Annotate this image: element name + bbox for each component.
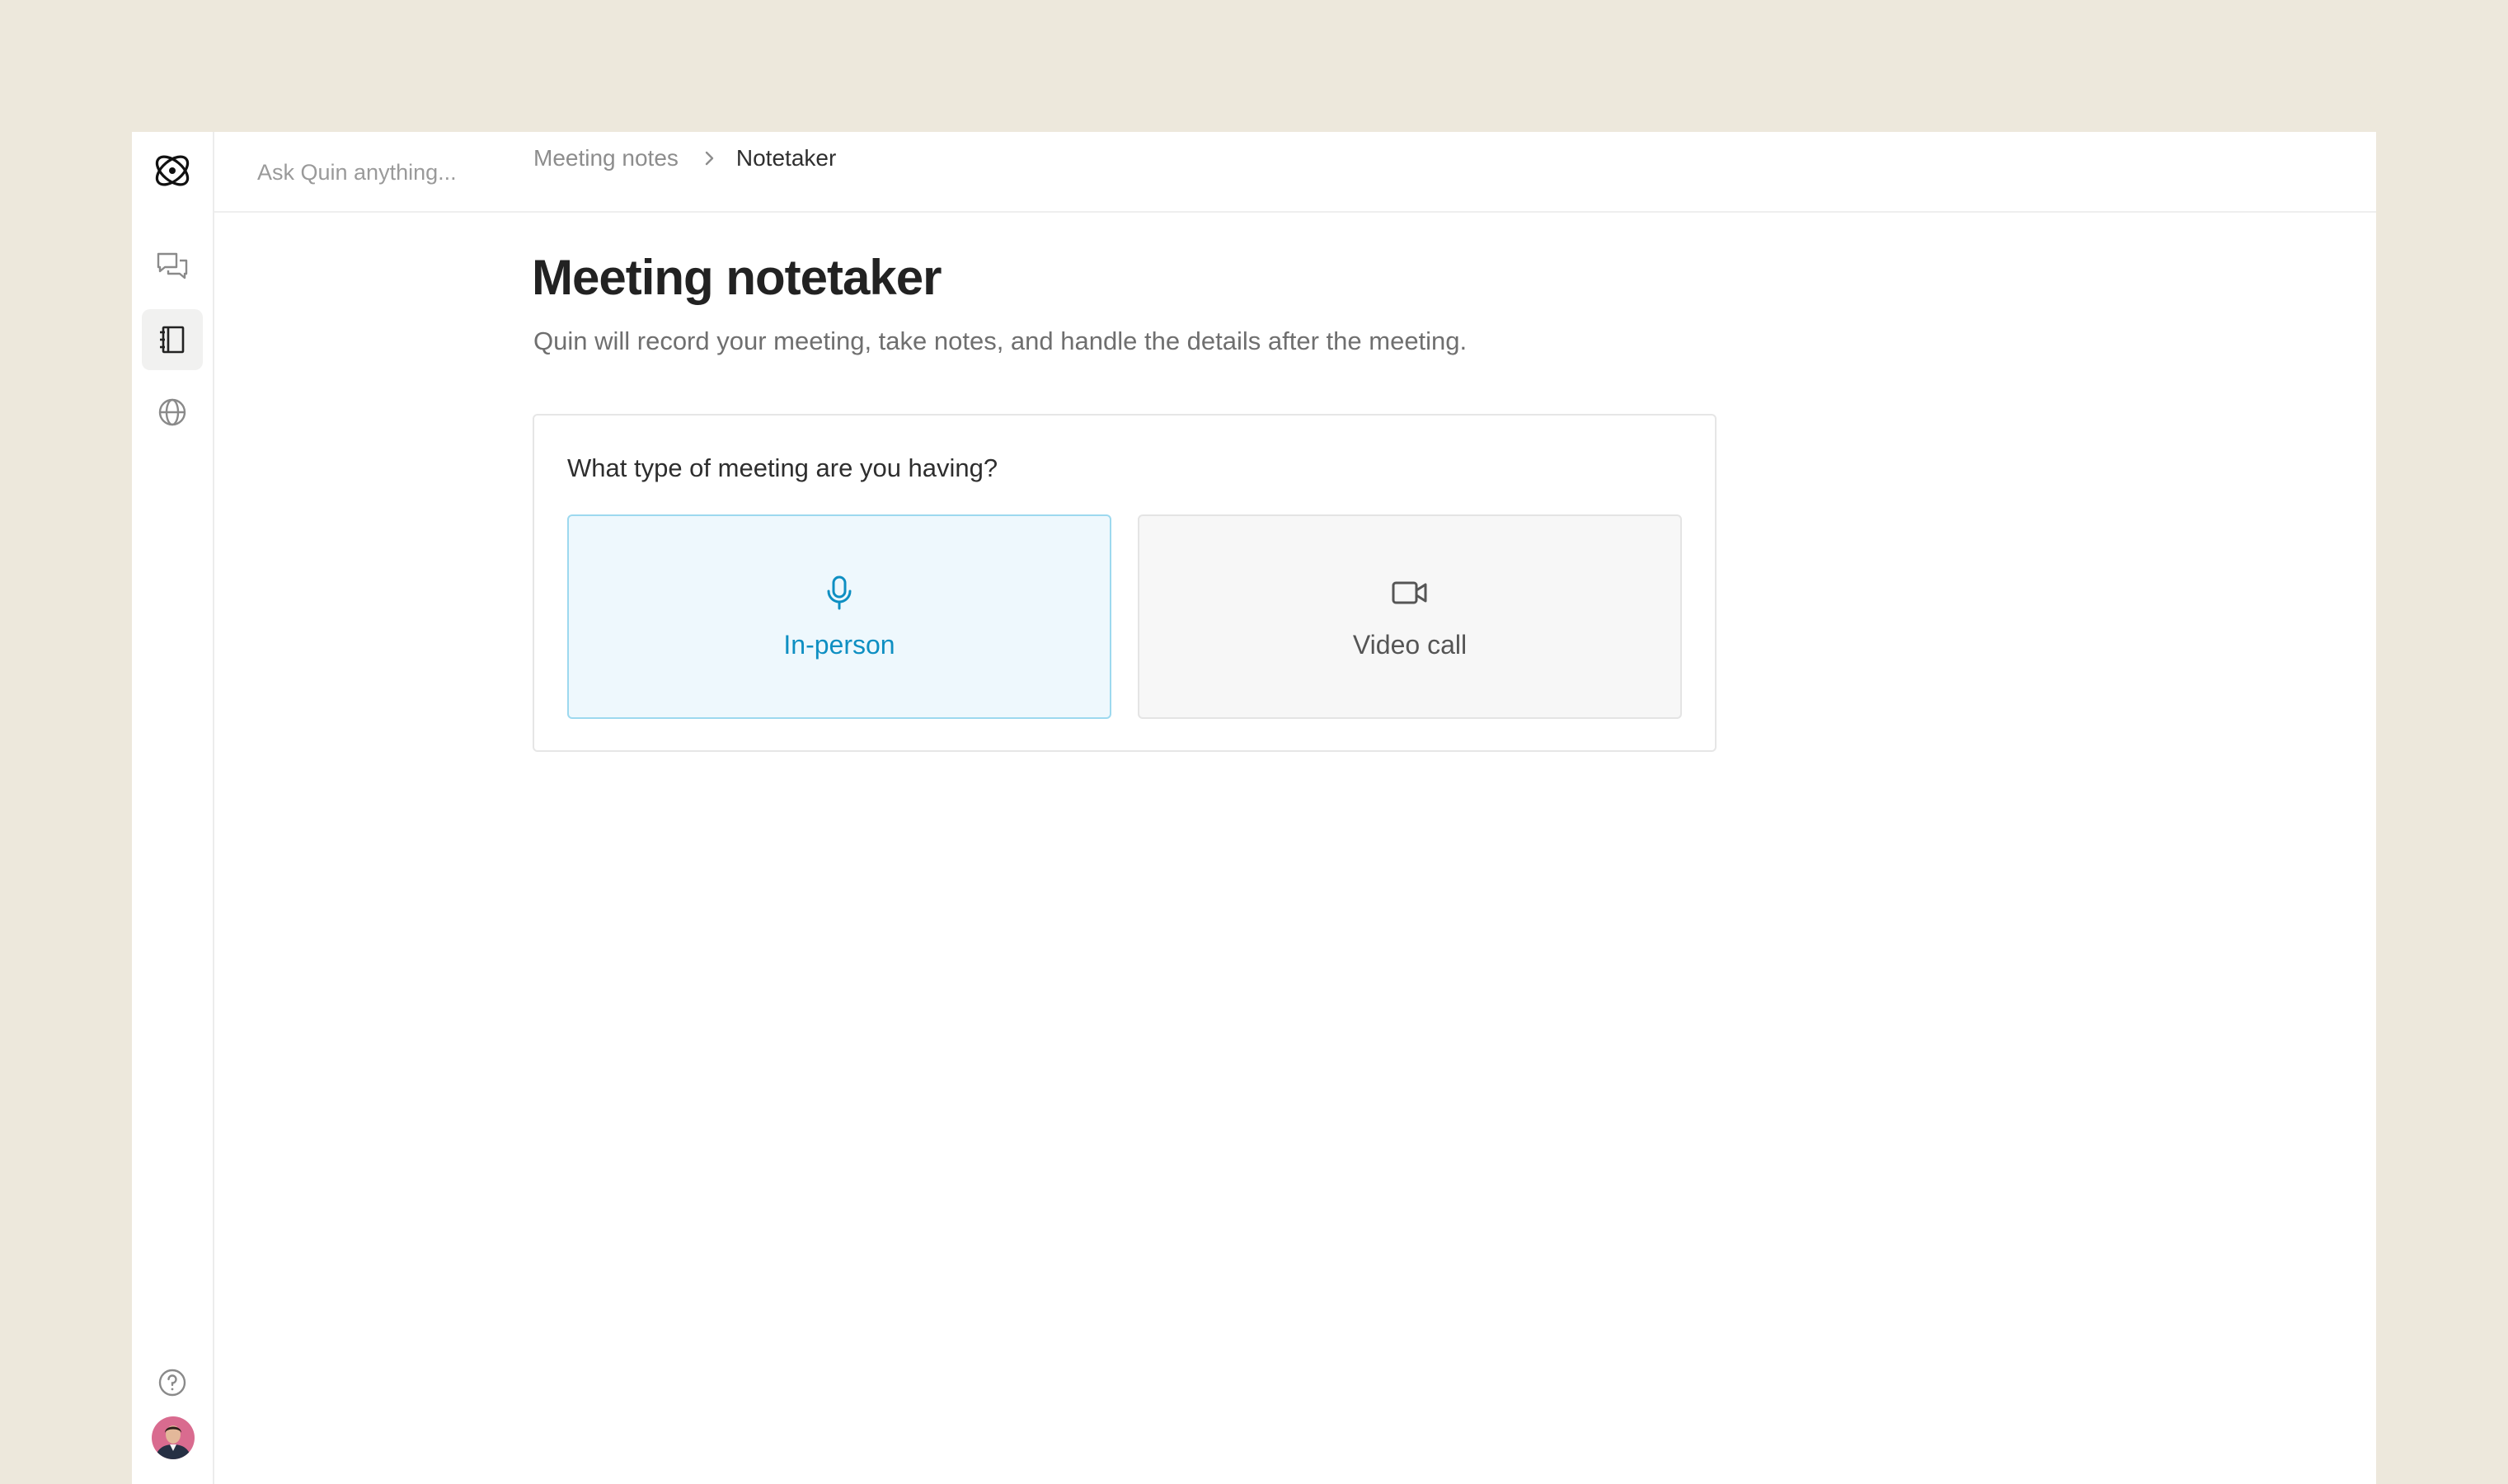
in-person-label: In-person — [783, 629, 895, 660]
user-avatar-icon — [152, 1416, 195, 1459]
video-call-label: Video call — [1352, 629, 1468, 660]
breadcrumb-meeting-notes[interactable]: Meeting notes — [533, 145, 679, 171]
chevron-right-icon — [703, 148, 716, 168]
help-button[interactable] — [142, 1352, 203, 1413]
video-call-option[interactable]: Video call — [1138, 514, 1682, 719]
sidebar-item-web[interactable] — [142, 382, 203, 443]
breadcrumb: Meeting notes Notetaker — [533, 142, 836, 175]
notebook-icon — [160, 326, 185, 354]
page-subtitle: Quin will record your meeting, take note… — [533, 326, 1468, 355]
breadcrumb-current: Notetaker — [735, 145, 837, 171]
sidebar-item-notes[interactable] — [142, 309, 203, 370]
meeting-type-question: What type of meeting are you having? — [567, 453, 998, 482]
sidebar-item-chats[interactable] — [142, 236, 203, 297]
avatar[interactable] — [152, 1416, 195, 1459]
sidebar — [132, 132, 214, 1484]
logo[interactable] — [142, 140, 203, 201]
in-person-option[interactable]: In-person — [567, 514, 1111, 719]
video-camera-icon — [1391, 574, 1429, 612]
page-title: Meeting notetaker — [532, 250, 942, 305]
atom-logo-icon — [155, 155, 190, 186]
chat-bubbles-icon — [157, 252, 188, 279]
help-icon — [158, 1369, 186, 1397]
globe-icon — [158, 398, 186, 426]
microphone-icon — [824, 574, 854, 612]
meeting-type-card: What type of meeting are you having? In-… — [533, 414, 1717, 752]
